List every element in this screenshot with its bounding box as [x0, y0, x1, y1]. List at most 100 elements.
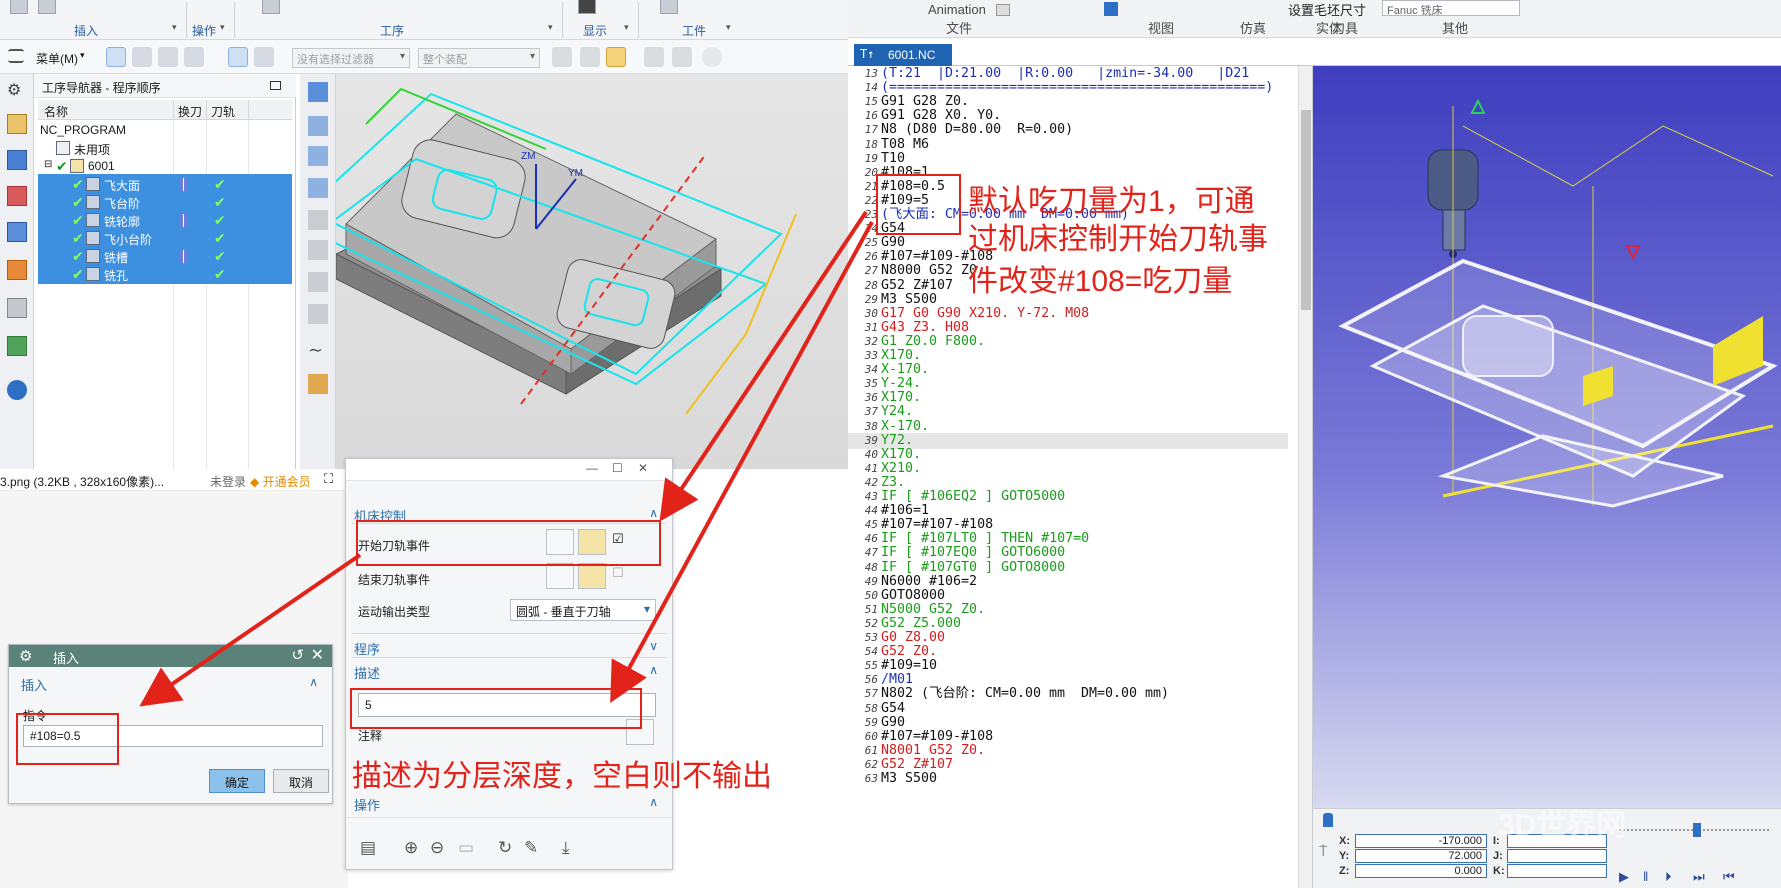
web-browser-icon[interactable]: [7, 298, 27, 318]
play-icon[interactable]: ▶: [1619, 869, 1629, 885]
rewind-icon[interactable]: ⏮: [1723, 869, 1735, 885]
tree-row-operation[interactable]: ✔ 铣槽 ✔: [38, 246, 292, 266]
constraint-navigator-icon[interactable]: [7, 186, 27, 206]
snap-mid-icon[interactable]: [644, 47, 664, 67]
pencil-icon[interactable]: ✎: [524, 838, 538, 858]
nx-graphics-window[interactable]: ZM YM: [336, 74, 848, 469]
code-line[interactable]: 63 M3 S500: [848, 771, 1288, 787]
member-link[interactable]: ◆ 开通会员: [250, 473, 311, 490]
ribbon-group-other[interactable]: 其他: [1442, 18, 1468, 37]
menu-icon[interactable]: [8, 49, 24, 63]
vericut-graphics-window[interactable]: [1313, 66, 1781, 808]
curve-icon[interactable]: ∼: [308, 340, 328, 360]
minimize-icon[interactable]: —: [586, 461, 598, 475]
machine-select[interactable]: Fanuc 铣床: [1382, 0, 1520, 17]
history-icon[interactable]: [7, 336, 27, 356]
rotate-icon[interactable]: ↻: [498, 838, 512, 858]
ribbon-tool-icon[interactable]: [262, 0, 280, 14]
end-event-checkbox[interactable]: ☐: [612, 565, 624, 581]
snap-settings-icon[interactable]: [254, 47, 274, 67]
wrench-icon[interactable]: [578, 563, 606, 589]
ribbon-tool-icon[interactable]: [10, 0, 28, 14]
operation-navigator-icon[interactable]: [7, 222, 27, 242]
page-icon[interactable]: ▭: [458, 838, 474, 858]
body-icon[interactable]: [184, 47, 204, 67]
display-icon[interactable]: ▤: [360, 838, 376, 858]
chevron-down-icon[interactable]: ▾: [80, 50, 85, 61]
rss-icon[interactable]: [7, 380, 27, 400]
snap-quadrant-icon[interactable]: [702, 47, 722, 67]
chevron-up-icon[interactable]: ∧: [309, 675, 318, 689]
rotate-icon[interactable]: [308, 178, 328, 198]
tree-row-unused[interactable]: 未用项: [38, 138, 292, 158]
ribbon-workpiece-icon[interactable]: [660, 0, 678, 14]
clip-icon[interactable]: [308, 240, 328, 260]
menu-button[interactable]: 菜单(M): [36, 50, 78, 67]
chevron-up-icon[interactable]: ∧: [649, 795, 658, 809]
login-link[interactable]: 未登录: [210, 473, 246, 490]
fullscreen-icon[interactable]: ⛶: [324, 471, 333, 487]
ribbon-tool-icon[interactable]: [38, 0, 56, 14]
ribbon-group-file[interactable]: 文件: [946, 18, 972, 37]
pause-icon[interactable]: ‖: [1643, 869, 1648, 884]
chevron-down-icon[interactable]: ▾: [220, 22, 225, 33]
maximize-icon[interactable]: ☐: [612, 461, 623, 475]
filter-select[interactable]: 没有选择过滤器: [292, 48, 410, 68]
stock-size-button[interactable]: 设置毛坯尺寸: [1288, 0, 1366, 19]
snap-point-icon[interactable]: [552, 47, 572, 67]
gear-icon[interactable]: ⚙: [7, 80, 27, 100]
snap-end-icon[interactable]: [580, 47, 600, 67]
file-icon[interactable]: [996, 4, 1010, 16]
ribbon-group-insert[interactable]: 插入: [74, 22, 98, 39]
snap-center-icon[interactable]: [672, 47, 692, 67]
chevron-down-icon[interactable]: ▾: [624, 22, 629, 33]
selection-filter-icon[interactable]: [106, 47, 126, 67]
measure-icon[interactable]: [308, 374, 328, 394]
snap-icon[interactable]: [228, 47, 248, 67]
close-icon[interactable]: ✕: [311, 645, 324, 665]
zoom-icon[interactable]: [308, 146, 328, 166]
column-toolpath[interactable]: 刀轨: [211, 103, 235, 120]
operation-section[interactable]: 操作: [354, 795, 380, 814]
ribbon-group-solid[interactable]: 实体: [1316, 18, 1342, 37]
chevron-up-icon[interactable]: ∧: [649, 663, 658, 677]
pan-icon[interactable]: [308, 210, 328, 230]
maximize-icon[interactable]: [270, 81, 281, 90]
tree-row-operation[interactable]: ✔ 铣轮廓 ✔: [38, 210, 292, 230]
ribbon-group-simulation[interactable]: 仿真: [1240, 18, 1266, 37]
view-icon[interactable]: [1104, 2, 1118, 16]
layer-icon[interactable]: [308, 272, 328, 292]
chevron-down-icon[interactable]: ▾: [726, 22, 731, 33]
scrollbar[interactable]: [1298, 66, 1312, 888]
description-section[interactable]: 描述: [354, 663, 380, 682]
reset-icon[interactable]: ↺: [291, 646, 304, 664]
tree-row-operation[interactable]: ✔ 铣孔 ✔: [38, 264, 292, 284]
cancel-button[interactable]: 取消: [273, 769, 329, 793]
ribbon-group-view[interactable]: 视图: [1148, 18, 1174, 37]
tree-row-program-6001[interactable]: ⊟ ✔ 6001: [38, 156, 292, 176]
speed-slider-thumb[interactable]: [1693, 823, 1701, 837]
chevron-up-icon[interactable]: ∧: [649, 506, 658, 520]
column-name[interactable]: 名称: [44, 103, 68, 120]
tree-row-operation[interactable]: ✔ 飞台阶 ✔: [38, 192, 292, 212]
step-to-icon[interactable]: ⏭: [1693, 869, 1705, 885]
component-icon[interactable]: [158, 47, 178, 67]
gear-icon[interactable]: ⚙: [19, 647, 32, 665]
animation-button[interactable]: Animation: [928, 2, 986, 17]
tree-row-operation[interactable]: ✔ 飞大面 ✔: [38, 174, 292, 194]
chevron-down-icon[interactable]: ∨: [649, 639, 658, 653]
assembly-select[interactable]: 整个装配: [418, 48, 540, 68]
machine-navigator-icon[interactable]: [7, 260, 27, 280]
part-navigator-icon[interactable]: [7, 114, 27, 134]
insert-section-header[interactable]: 插入: [21, 675, 47, 694]
chevron-down-icon[interactable]: ▾: [548, 22, 553, 33]
motion-output-select[interactable]: 圆弧 - 垂直于刀轴: [510, 599, 656, 621]
fit-icon[interactable]: [308, 116, 328, 136]
scrollbar-thumb[interactable]: [1301, 110, 1311, 310]
assembly-navigator-icon[interactable]: [7, 150, 27, 170]
step-icon[interactable]: ⏵: [1665, 869, 1672, 885]
tree-row-nc-program[interactable]: NC_PROGRAM: [38, 120, 292, 140]
zoom-out-icon[interactable]: ⊖: [430, 838, 444, 858]
download-icon[interactable]: ⤓: [562, 838, 570, 858]
program-section[interactable]: 程序: [354, 639, 380, 658]
